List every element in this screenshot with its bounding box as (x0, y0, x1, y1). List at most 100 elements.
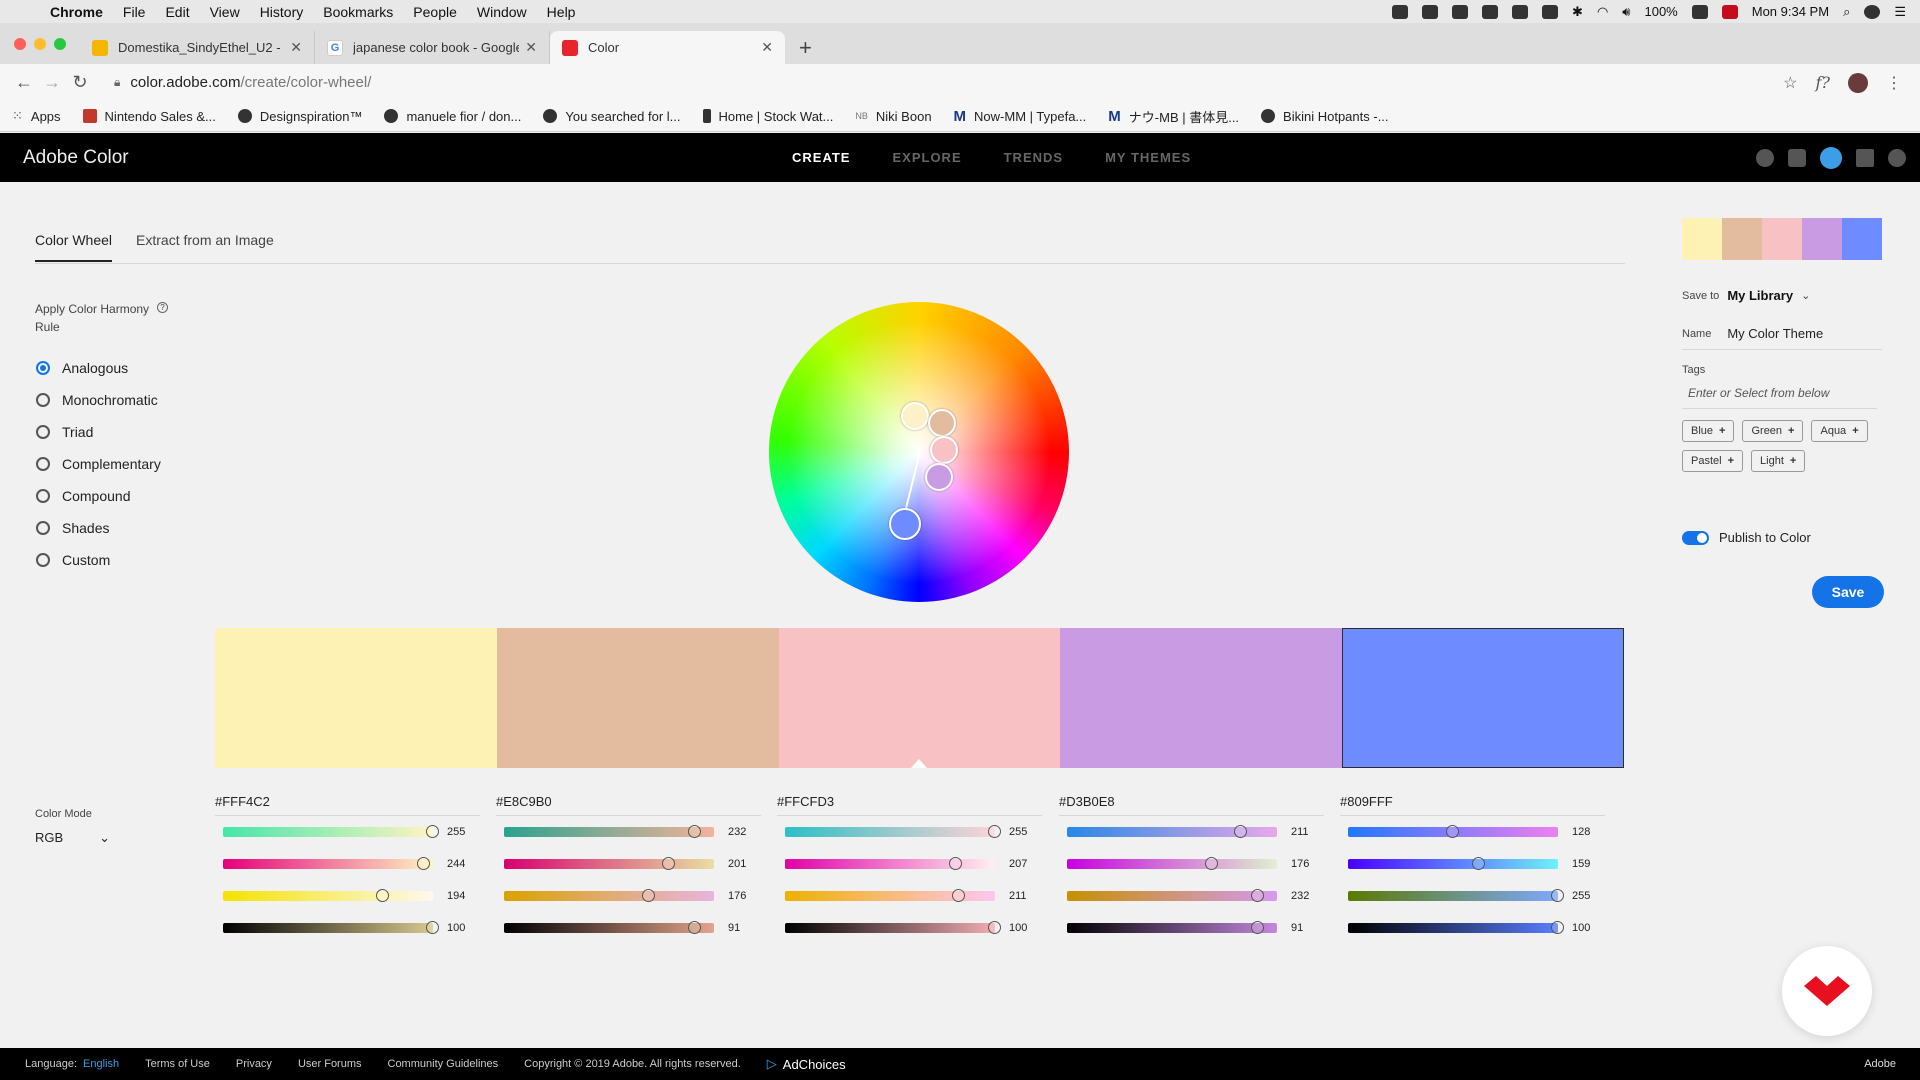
swatch-selected[interactable] (1342, 628, 1624, 768)
slider-knob[interactable] (1233, 825, 1247, 838)
creative-cloud-icon[interactable] (1888, 148, 1906, 167)
theme-name-input[interactable]: My Color Theme (1727, 326, 1823, 341)
record-icon[interactable] (1392, 4, 1409, 19)
slider-knob[interactable] (1551, 889, 1564, 902)
help-icon[interactable]: ? (157, 302, 168, 313)
bookmark-item[interactable]: Home | Stock Wat... (702, 109, 833, 124)
color-slider[interactable] (785, 857, 995, 870)
slider-value[interactable]: 255 (1009, 826, 1027, 838)
swatch[interactable] (496, 628, 779, 768)
slider-knob[interactable] (1251, 921, 1265, 934)
save-to-row[interactable]: Save to My Library ⌄ (1682, 288, 1810, 303)
font-extension-icon[interactable]: f? (1816, 73, 1831, 92)
nav-trends[interactable]: TRENDS (1004, 150, 1063, 165)
slider-value[interactable]: 100 (447, 922, 465, 934)
color-slider[interactable] (1067, 889, 1277, 902)
browser-tab[interactable]: G japanese color book - Google S ✕ (315, 31, 550, 64)
color-slider[interactable] (1348, 889, 1564, 902)
color-slider[interactable] (1348, 825, 1558, 838)
airplay-icon[interactable] (1512, 4, 1529, 19)
tag-pastel[interactable]: Pastel + (1682, 450, 1744, 472)
bookmark-item[interactable]: Designspiration™ (237, 109, 362, 124)
slider-value[interactable]: 255 (447, 826, 465, 838)
radio[interactable] (36, 425, 50, 439)
swatch[interactable] (778, 628, 1061, 768)
back-icon[interactable]: ← (10, 72, 38, 93)
slider-value[interactable]: 207 (1009, 858, 1027, 870)
radio[interactable] (36, 521, 50, 535)
rule-triad[interactable]: Triad (36, 416, 161, 448)
slider-knob[interactable] (1472, 857, 1486, 870)
swatch[interactable] (1060, 628, 1343, 768)
preview-swatch[interactable] (1762, 218, 1802, 260)
feedback-icon[interactable] (1788, 148, 1806, 167)
slider-value[interactable]: 211 (1009, 890, 1027, 902)
search-icon[interactable]: ⌕ (1843, 4, 1850, 20)
app-icon[interactable] (1422, 4, 1439, 19)
bookmark-item[interactable]: M Now-MM | Typefa... (954, 108, 1087, 125)
slider-value[interactable]: 128 (1572, 826, 1590, 838)
slider-knob[interactable] (688, 825, 702, 838)
menu-history[interactable]: History (250, 4, 314, 20)
slider-knob[interactable] (641, 889, 655, 902)
slider-value[interactable]: 232 (1291, 890, 1309, 902)
tag-blue[interactable]: Blue + (1682, 420, 1735, 442)
publish-toggle[interactable] (1682, 530, 1709, 545)
address-bar[interactable]: 🔒︎ color.adobe.com /create/color-wheel/ (104, 68, 1784, 97)
bookmark-item[interactable]: Bikini Hotpants -... (1261, 109, 1389, 124)
footer-link-terms[interactable]: Terms of Use (145, 1058, 210, 1070)
footer-link-guidelines[interactable]: Community Guidelines (388, 1058, 499, 1070)
swatch[interactable] (215, 628, 497, 768)
bookmark-item[interactable]: NB Niki Boon (855, 109, 931, 124)
language-value[interactable]: English (83, 1058, 119, 1070)
slider-knob[interactable] (688, 921, 702, 934)
menu-window[interactable]: Window (467, 4, 537, 20)
menu-view[interactable]: View (200, 4, 250, 20)
nav-my-themes[interactable]: MY THEMES (1105, 150, 1191, 165)
slider-value[interactable]: 100 (1572, 922, 1590, 934)
color-slider[interactable] (1067, 857, 1277, 870)
slider-value[interactable]: 194 (447, 890, 465, 902)
preview-swatch[interactable] (1842, 218, 1882, 260)
color-slider[interactable] (785, 825, 1001, 838)
rule-monochromatic[interactable]: Monochromatic (36, 384, 161, 416)
slider-knob[interactable] (1446, 825, 1460, 838)
wifi-icon[interactable]: ◠ (1597, 4, 1608, 20)
wheel-handle[interactable] (928, 409, 956, 437)
color-slider[interactable] (1067, 921, 1277, 934)
slider-knob[interactable] (1551, 921, 1564, 934)
color-slider[interactable] (504, 921, 714, 934)
preview-swatch[interactable] (1722, 218, 1762, 260)
notification-center-icon[interactable]: ☰ (1894, 4, 1906, 20)
slider-knob[interactable] (1204, 857, 1218, 870)
bookmark-item[interactable]: manuele fior / don... (384, 109, 521, 124)
apps-grid-icon[interactable] (1856, 148, 1874, 167)
wheel-handle[interactable] (925, 463, 953, 491)
adchoices-link[interactable]: ▷ AdChoices (767, 1056, 846, 1072)
menu-people[interactable]: People (403, 4, 467, 20)
hex-value-input[interactable]: #E8C9B0 (496, 794, 761, 816)
nav-explore[interactable]: EXPLORE (892, 150, 961, 165)
language-selector[interactable]: Language: English (25, 1058, 119, 1070)
user-avatar[interactable] (1820, 146, 1842, 169)
nav-create[interactable]: CREATE (792, 150, 850, 165)
brand-title[interactable]: Adobe Color (0, 147, 400, 169)
tag-aqua[interactable]: Aqua + (1811, 420, 1868, 442)
slider-value[interactable]: 100 (1009, 922, 1027, 934)
color-slider[interactable] (504, 857, 714, 870)
slider-knob[interactable] (988, 921, 1001, 934)
flag-icon[interactable] (1721, 4, 1738, 19)
hex-value-input[interactable]: #FFCFD3 (777, 794, 1042, 816)
hex-value-input[interactable]: #809FFF (1340, 794, 1605, 816)
tab-extract-from-image[interactable]: Extract from an Image (136, 232, 274, 262)
minimize-window-button[interactable] (34, 37, 46, 50)
color-slider[interactable] (223, 889, 433, 902)
color-slider[interactable] (785, 921, 1001, 934)
wheel-handle[interactable] (901, 402, 929, 430)
browser-tab-active[interactable]: Color ✕ (550, 31, 785, 64)
rule-custom[interactable]: Custom (36, 544, 161, 576)
slider-value[interactable]: 176 (1291, 858, 1309, 870)
color-wheel[interactable] (769, 302, 1069, 602)
bookmark-item[interactable]: You searched for l... (543, 109, 681, 124)
close-tab-icon[interactable]: ✕ (525, 39, 537, 56)
